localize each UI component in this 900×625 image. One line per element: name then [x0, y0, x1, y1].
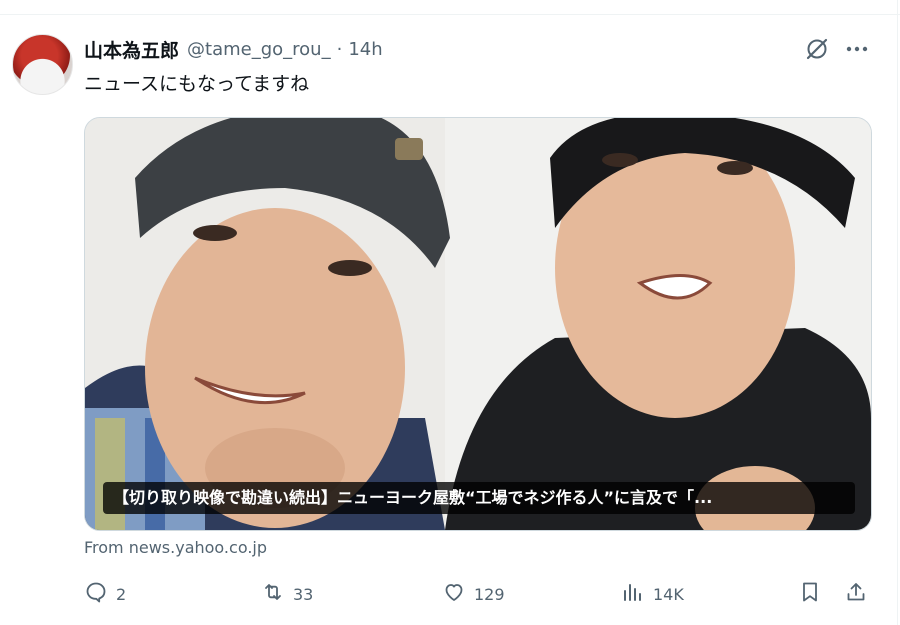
- share-button[interactable]: [844, 579, 868, 609]
- reply-icon: [84, 580, 108, 608]
- timestamp[interactable]: 14h: [348, 39, 382, 60]
- action-bar: 2 33 129 14K: [84, 579, 874, 609]
- card-image: [85, 118, 871, 530]
- card-source[interactable]: From news.yahoo.co.jp: [84, 538, 267, 557]
- separator-dot: ·: [336, 38, 343, 60]
- views-count: 14K: [653, 584, 684, 604]
- views-button[interactable]: 14K: [621, 579, 684, 609]
- views-icon: [621, 580, 645, 608]
- link-card[interactable]: 【切り取り映像で勘違い続出】ニューヨーク屋敷“工場でネジ作る人”に言及で「...: [84, 117, 872, 531]
- avatar[interactable]: [12, 34, 73, 95]
- right-divider: [897, 0, 898, 625]
- reply-button[interactable]: 2: [84, 579, 126, 609]
- bookmark-button[interactable]: [798, 579, 822, 609]
- display-name[interactable]: 山本為五郎: [84, 36, 179, 63]
- repost-button[interactable]: 33: [261, 579, 313, 609]
- reply-count: 2: [116, 584, 127, 604]
- repost-icon: [261, 580, 285, 608]
- tweet-header: 山本為五郎 @tame_go_rou_ · 14h: [84, 35, 383, 63]
- tweet-text: ニュースにもなってますね: [84, 73, 310, 95]
- bookmark-icon: [798, 580, 822, 608]
- share-icon: [844, 580, 868, 608]
- more-icon[interactable]: [843, 36, 871, 62]
- heart-icon: [442, 580, 466, 608]
- like-button[interactable]: 129: [442, 579, 505, 609]
- user-handle[interactable]: @tame_go_rou_: [187, 39, 331, 60]
- repost-count: 33: [293, 584, 314, 604]
- like-count: 129: [474, 584, 505, 604]
- top-divider: [0, 14, 900, 15]
- card-title: 【切り取り映像で勘違い続出】ニューヨーク屋敷“工場でネジ作る人”に言及で「...: [103, 482, 855, 514]
- grok-icon[interactable]: [804, 36, 830, 62]
